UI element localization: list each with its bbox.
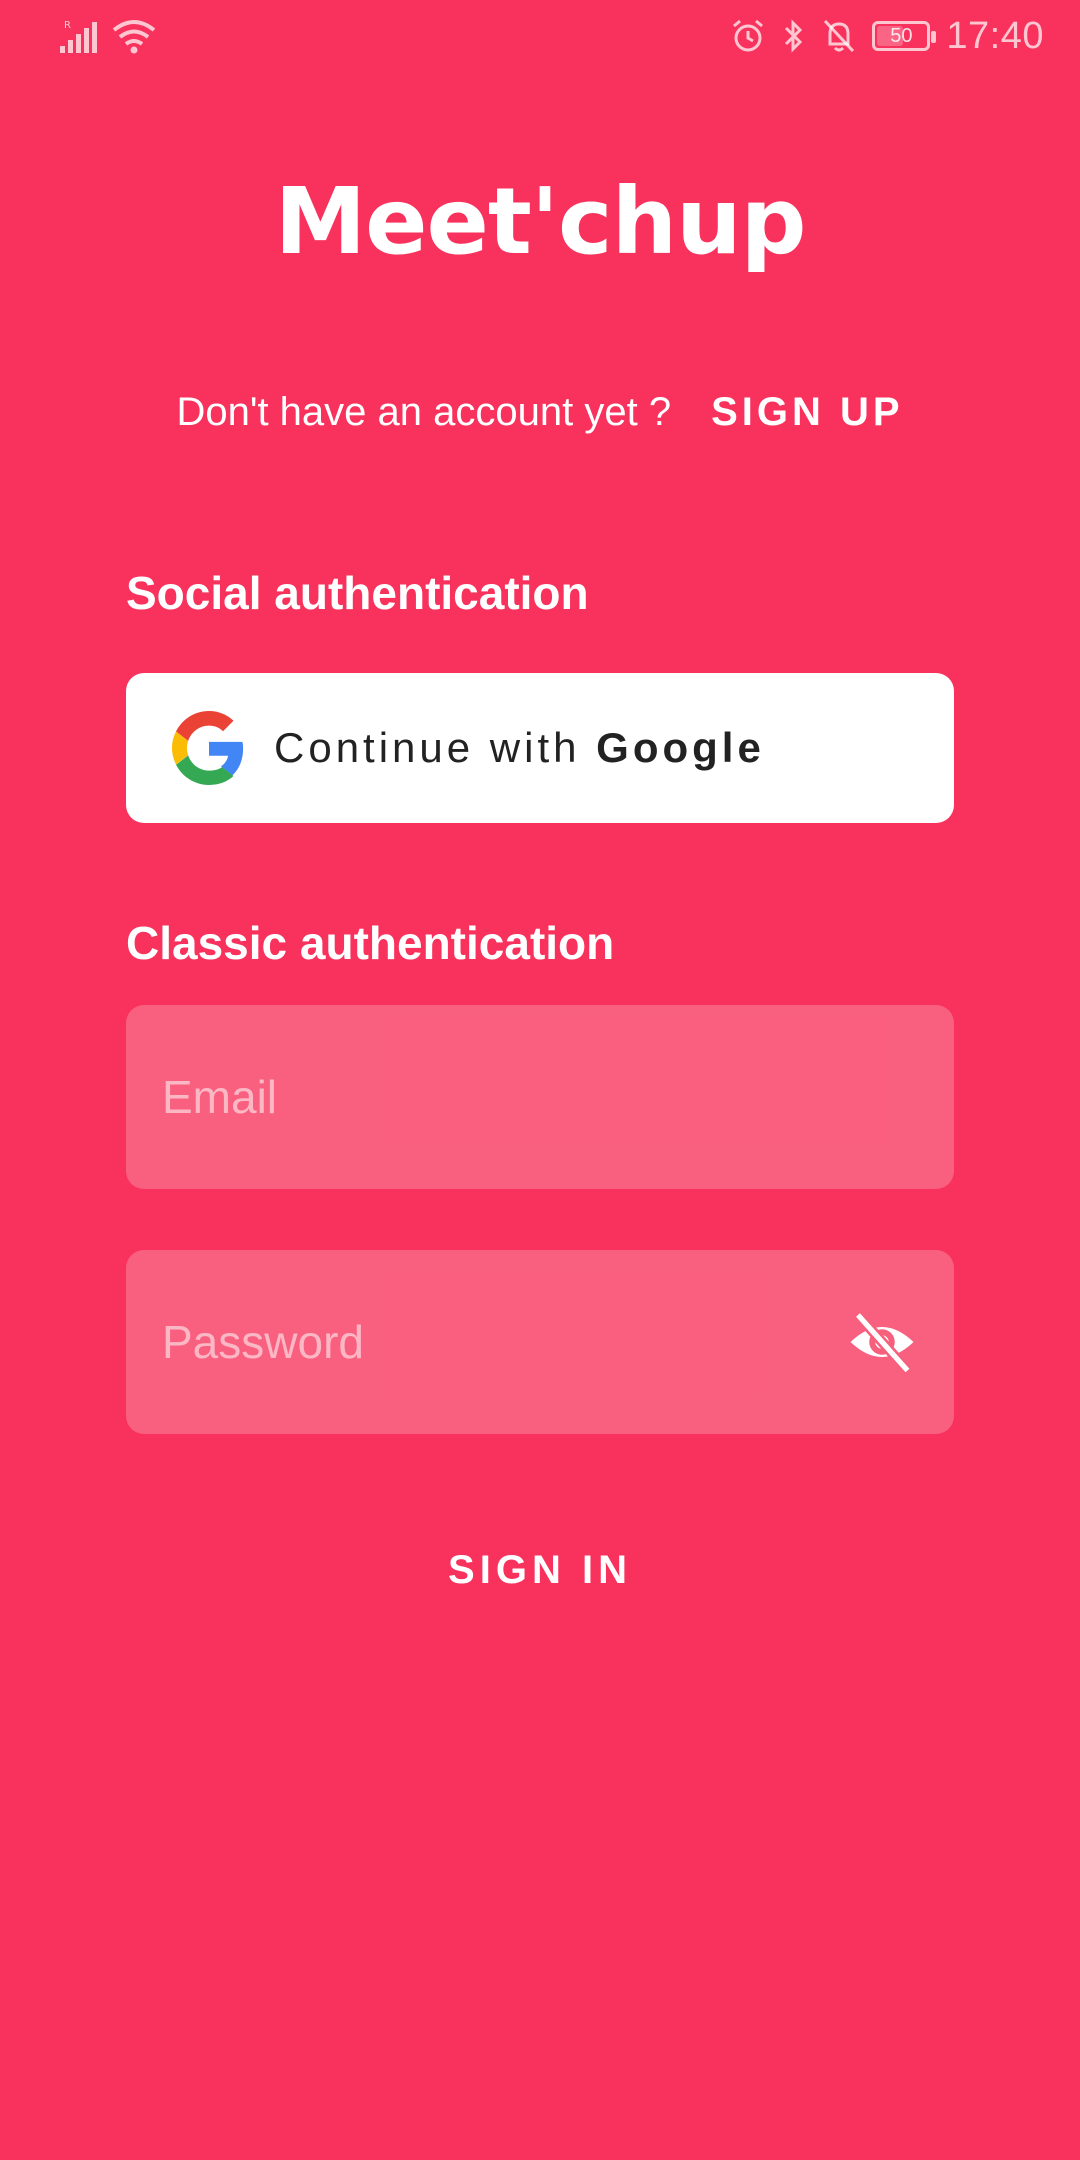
status-left: R <box>58 18 156 54</box>
google-logo-icon <box>172 711 244 785</box>
google-label-brand: Google <box>596 724 765 771</box>
status-bar: R 50 17:40 <box>0 0 1080 72</box>
email-input[interactable] <box>162 1070 918 1124</box>
email-field[interactable] <box>126 1005 954 1189</box>
status-right: 50 17:40 <box>730 15 1044 58</box>
wifi-icon <box>112 20 156 54</box>
sign-in-button[interactable]: SIGN IN <box>340 1530 740 1610</box>
app-logo: Meet'chup <box>274 168 807 275</box>
svg-text:R: R <box>64 20 71 31</box>
google-signin-button[interactable]: Continue with Google <box>126 673 954 823</box>
password-field[interactable] <box>126 1250 954 1434</box>
bluetooth-icon <box>785 19 803 53</box>
eye-off-icon[interactable] <box>846 1306 918 1378</box>
social-auth-title: Social authentication <box>126 567 589 619</box>
battery-percent: 50 <box>890 24 913 47</box>
login-screen: R 50 17:40 Meet'chup Don't have an accou… <box>0 0 1080 2160</box>
classic-auth-title: Classic authentication <box>126 917 615 969</box>
google-label-prefix: Continue with <box>274 724 581 771</box>
alarm-icon <box>733 19 764 52</box>
google-button-label: Continue with Google <box>274 724 765 772</box>
bell-off-icon <box>824 19 855 53</box>
signup-row: Don't have an account yet ? SIGN UP <box>0 390 1080 435</box>
password-input[interactable] <box>162 1315 846 1369</box>
signal-icon: R <box>60 20 97 53</box>
battery-icon: 50 <box>872 21 937 51</box>
signup-prompt: Don't have an account yet ? <box>176 390 672 434</box>
status-time: 17:40 <box>946 14 1044 57</box>
sign-up-button[interactable]: SIGN UP <box>711 390 903 435</box>
